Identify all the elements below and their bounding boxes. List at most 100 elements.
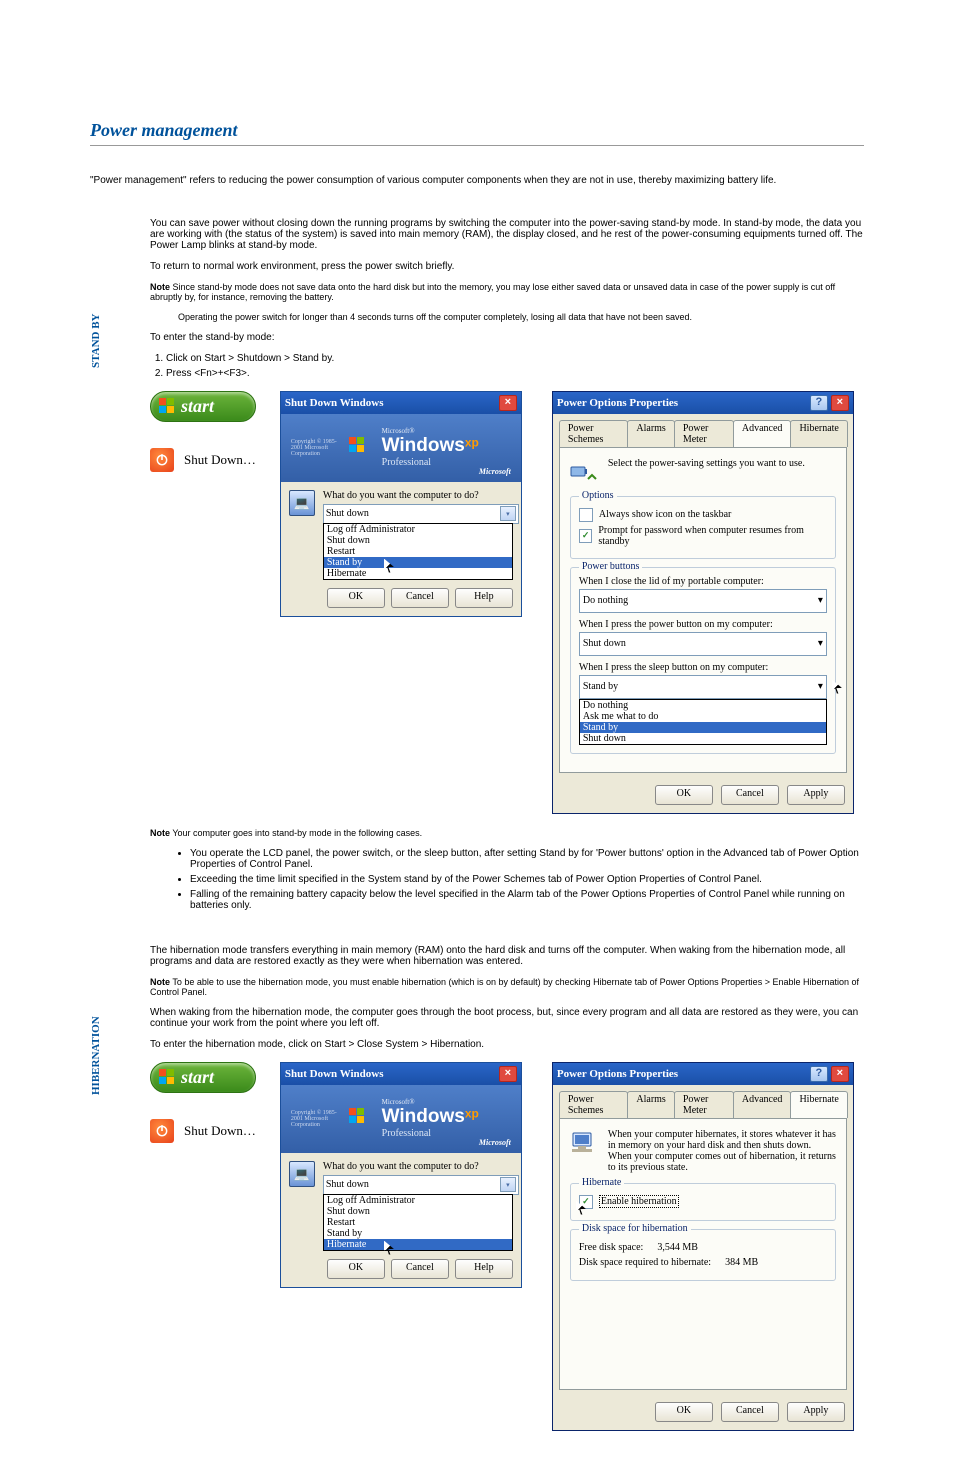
page-title: Power management (90, 120, 864, 141)
cancel-button[interactable]: Cancel (391, 1259, 449, 1279)
bullet-2: Exceeding the time limit specified in th… (190, 874, 864, 885)
computer-icon: 💻 (289, 1161, 315, 1187)
tab-hibernate[interactable]: Hibernate (790, 420, 847, 447)
power-button-action-select[interactable]: Shut down▾ (579, 632, 827, 656)
help-icon[interactable]: ? (810, 1066, 828, 1082)
sleep-button-action-select[interactable]: Stand by▾ (579, 675, 827, 699)
start-button[interactable]: start (150, 391, 256, 422)
standby-p2: To return to normal work environment, pr… (150, 261, 864, 272)
shutdown-dialog: Shut Down Windows × Copyright © 1985-200… (280, 1062, 522, 1288)
hib-p3: To enter the hibernation mode, click on … (150, 1039, 864, 1050)
ok-button[interactable]: OK (327, 588, 385, 608)
section-title-hibernation: HIBERNATION (90, 1035, 102, 1095)
shutdown-action-select[interactable]: Shut down ▾ (323, 504, 519, 524)
checkbox-password[interactable]: ✓ (579, 529, 592, 543)
tab-strip: Power Schemes Alarms Power Meter Advance… (553, 414, 853, 447)
close-icon[interactable]: × (499, 1066, 517, 1082)
windows-flag-icon (349, 437, 375, 459)
step-2: Press <Fn>+<F3>. (166, 368, 864, 379)
computer-icon (570, 1129, 598, 1157)
apply-button[interactable]: Apply (787, 1402, 845, 1422)
close-icon[interactable]: × (831, 395, 849, 411)
tab-power-meter[interactable]: Power Meter (674, 420, 734, 447)
battery-plug-icon (570, 458, 598, 486)
note-label: Note Since stand-by mode does not save d… (150, 282, 864, 302)
step-1: Click on Start > Shutdown > Stand by. (166, 353, 864, 364)
power-icon (150, 448, 174, 472)
sleep-options-list[interactable]: Do nothing Ask me what to do Stand by Sh… (579, 699, 827, 745)
shutdown-action-select[interactable]: Shut down ▾ (323, 1175, 519, 1195)
chevron-down-icon: ▾ (818, 681, 823, 692)
ok-button[interactable]: OK (655, 1402, 713, 1422)
note-2: Operating the power switch for longer th… (178, 312, 864, 322)
power-options-dialog-hibernate: Power Options Properties ?× Power Scheme… (552, 1062, 854, 1431)
microsoft-label: Microsoft (479, 467, 511, 476)
divider (90, 145, 864, 146)
apply-button[interactable]: Apply (787, 785, 845, 805)
chevron-down-icon: ▾ (818, 638, 823, 649)
windows-flag-icon (349, 1108, 375, 1130)
computer-icon: 💻 (289, 490, 315, 516)
tab-power-schemes[interactable]: Power Schemes (559, 1091, 629, 1118)
cancel-button[interactable]: Cancel (721, 785, 779, 805)
shutdown-options-list[interactable]: Log off Administrator Shut down Restart … (323, 523, 513, 580)
bullet-1: You operate the LCD panel, the power swi… (190, 848, 864, 870)
shutdown-dialog-title: Shut Down Windows (285, 1068, 384, 1080)
cancel-button[interactable]: Cancel (721, 1402, 779, 1422)
intro-text: "Power management" refers to reducing th… (90, 174, 864, 188)
tab-power-schemes[interactable]: Power Schemes (559, 420, 629, 447)
chevron-down-icon: ▾ (500, 506, 516, 521)
help-button[interactable]: Help (455, 588, 513, 608)
tab-strip: Power Schemes Alarms Power Meter Advance… (553, 1085, 853, 1118)
tab-power-meter[interactable]: Power Meter (674, 1091, 734, 1118)
dialog-title: Power Options Properties (557, 397, 678, 409)
close-icon[interactable]: × (831, 1066, 849, 1082)
windows-flag-icon (159, 398, 175, 414)
close-icon[interactable]: × (499, 395, 517, 411)
hib-note: Note To be able to use the hibernation m… (150, 977, 864, 997)
help-button[interactable]: Help (455, 1259, 513, 1279)
shut-down-menu-item[interactable]: Shut Down… (150, 448, 256, 472)
tab-alarms[interactable]: Alarms (627, 1091, 674, 1118)
shutdown-options-list[interactable]: Log off Administrator Shut down Restart … (323, 1194, 513, 1251)
shut-down-label: Shut Down… (184, 452, 256, 468)
shut-down-menu-item[interactable]: Shut Down… (150, 1119, 256, 1143)
tab-hibernate[interactable]: Hibernate (790, 1091, 847, 1118)
start-button[interactable]: start (150, 1062, 256, 1093)
standby-p1: You can save power without closing down … (150, 218, 864, 251)
checkbox-enable-hibernation[interactable]: ✓ (579, 1195, 593, 1209)
hib-p1: The hibernation mode transfers everythin… (150, 945, 864, 967)
windows-logo-text: Microsoft® Windowsxp Professional (382, 1098, 479, 1139)
shutdown-dialog-title: Shut Down Windows (285, 397, 384, 409)
advanced-desc: Select the power-saving settings you wan… (608, 458, 805, 486)
tab-advanced[interactable]: Advanced (733, 1091, 792, 1118)
ok-button[interactable]: OK (327, 1259, 385, 1279)
chevron-down-icon: ▾ (500, 1177, 516, 1192)
copyright: Copyright © 1985-2001 Microsoft Corporat… (291, 439, 349, 457)
tab-advanced[interactable]: Advanced (733, 420, 792, 447)
shutdown-question: What do you want the computer to do? (323, 490, 513, 501)
windows-flag-icon (159, 1069, 175, 1085)
checkbox-taskbar-icon[interactable] (579, 508, 593, 522)
shut-down-label: Shut Down… (184, 1123, 256, 1139)
shutdown-dialog: Shut Down Windows × Copyright © 1985-200… (280, 391, 522, 617)
chevron-down-icon: ▾ (818, 595, 823, 606)
steps-intro: To enter the stand-by mode: (150, 332, 864, 343)
help-icon[interactable]: ? (810, 395, 828, 411)
ok-button[interactable]: OK (655, 785, 713, 805)
copyright: Copyright © 1985-2001 Microsoft Corporat… (291, 1110, 349, 1128)
microsoft-label: Microsoft (479, 1138, 511, 1147)
tab-alarms[interactable]: Alarms (627, 420, 674, 447)
dialog-title: Power Options Properties (557, 1068, 678, 1080)
shutdown-question: What do you want the computer to do? (323, 1161, 513, 1172)
hibernate-desc: When your computer hibernates, it stores… (608, 1129, 836, 1173)
bullet-3: Falling of the remaining battery capacit… (190, 889, 864, 911)
note-3: Note Your computer goes into stand-by mo… (150, 828, 864, 838)
cancel-button[interactable]: Cancel (391, 588, 449, 608)
lid-action-select[interactable]: Do nothing▾ (579, 589, 827, 613)
power-options-dialog-advanced: Power Options Properties ? × Power Schem… (552, 391, 854, 814)
hib-p2: When waking from the hibernation mode, t… (150, 1007, 864, 1029)
start-button-label: start (181, 396, 214, 417)
start-button-label: start (181, 1067, 214, 1088)
section-title-standby: STAND BY (90, 308, 102, 368)
